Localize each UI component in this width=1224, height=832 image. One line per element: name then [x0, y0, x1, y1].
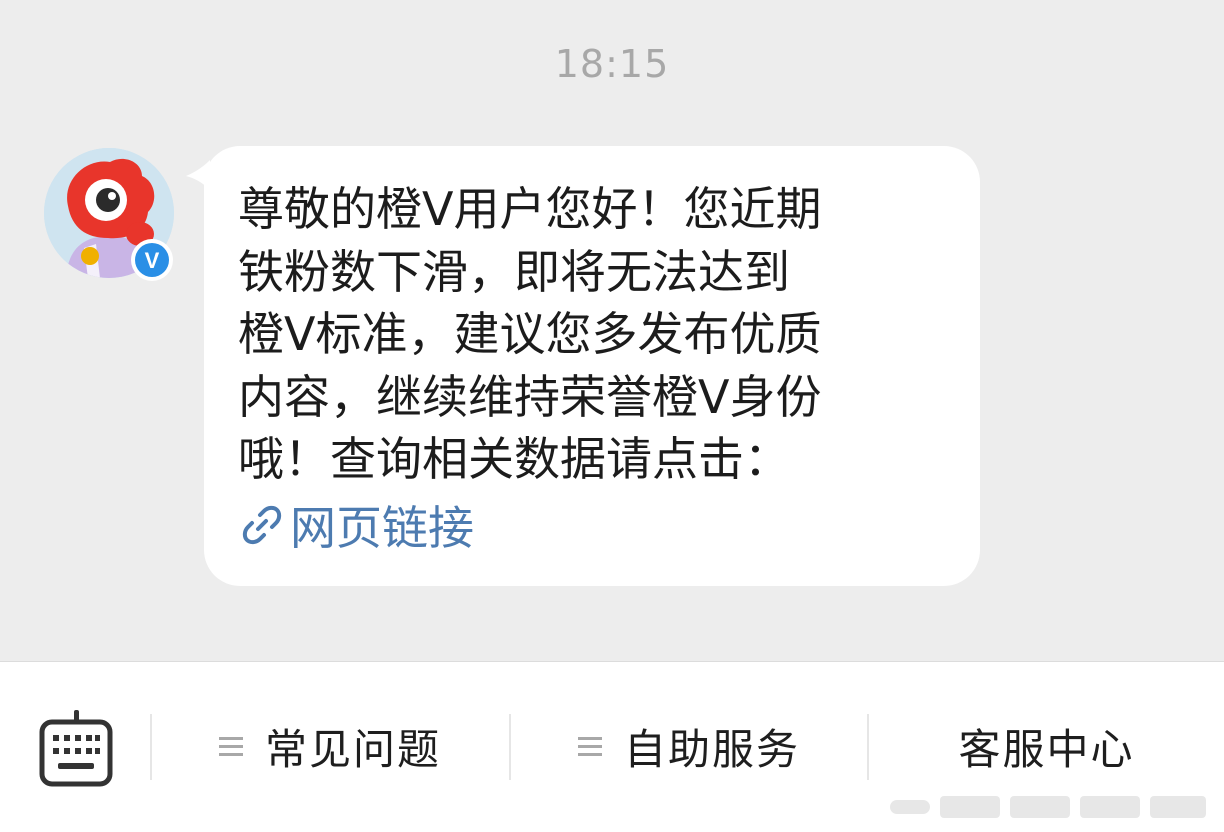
web-link[interactable]: 网页链接 [240, 494, 474, 556]
self-service-menu-button[interactable]: 自助服务 [511, 710, 867, 782]
web-link-label: 网页链接 [290, 501, 474, 555]
message-line: 内容，继续维持荣誉橙V身份 [238, 369, 822, 424]
link-icon [242, 505, 282, 545]
self-service-menu-label: 自助服务 [623, 724, 800, 774]
menu-lines-icon [577, 736, 602, 756]
badge-letter: V [145, 248, 160, 273]
message-line: 橙V标准，建议您多发布优质 [238, 307, 822, 361]
faq-menu-label: 常见问题 [264, 724, 441, 774]
keyboard-icon [39, 710, 113, 787]
message-text: 尊敬的橙V用户您好！您近期 铁粉数下滑，即将无法达到 橙V标准，建议您多发布优质… [238, 178, 938, 491]
customer-service-menu-button[interactable]: 客服中心 [869, 710, 1224, 782]
watermark [890, 796, 1206, 818]
customer-service-menu-label: 客服中心 [958, 724, 1135, 774]
chat-area: 18:15 V 尊敬的橙V用户您好！您近期 铁粉数下滑，即将无法达到 橙V标准，… [0, 0, 1224, 661]
verified-v-badge-icon: V [131, 239, 173, 281]
message-timestamp: 18:15 [554, 42, 670, 86]
message-line: 尊敬的橙V用户您好！您近期 [238, 182, 822, 236]
message-line: 哦！查询相关数据请点击： [238, 432, 790, 486]
menu-lines-icon [218, 736, 243, 756]
keyboard-toggle-button[interactable] [38, 708, 114, 788]
message-line: 铁粉数下滑，即将无法达到 [238, 244, 790, 299]
faq-menu-button[interactable]: 常见问题 [152, 710, 508, 782]
